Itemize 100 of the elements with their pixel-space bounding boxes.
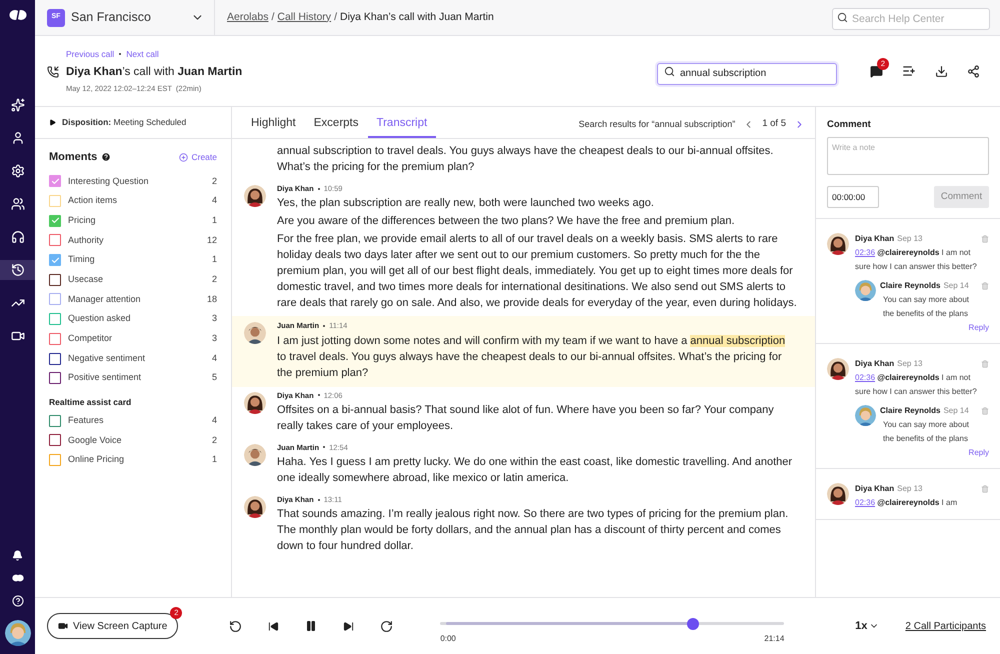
avatar [827, 483, 849, 506]
headphones-icon [10, 230, 24, 244]
moments-title: Moments [49, 150, 98, 165]
checkbox[interactable] [49, 454, 61, 466]
checkbox[interactable] [49, 313, 61, 326]
checkbox[interactable] [49, 434, 61, 446]
breadcrumb-separator: / [334, 10, 337, 25]
help-icon[interactable] [101, 152, 112, 162]
expand-icon[interactable] [49, 119, 56, 126]
history-nav-button[interactable] [0, 260, 35, 280]
comment-text: 02:36 @clairereynolds I am not sure how I can answer this better? [855, 372, 978, 398]
moment-count: 12 [206, 234, 217, 247]
help-search-field[interactable]: Search Help Center [832, 8, 990, 30]
next-call-link[interactable]: Next call [126, 48, 159, 61]
workspace-name[interactable]: San Francisco [71, 8, 191, 27]
time-field[interactable]: 00:00:00 [827, 186, 879, 208]
transcript-text: I am just jotting down some notes and will confirm with my team if we want to have a annual subscription to travel deals. You guys always have the cheapest deals to our bi-annual offsites. What’s the pricing for the premium plan? [277, 334, 786, 380]
moment-count: 5 [212, 371, 217, 384]
create-button[interactable]: Create [179, 150, 217, 164]
moment-label: Online Pricing [68, 453, 126, 466]
tab[interactable]: Excerpts [304, 111, 368, 138]
moment-count: 4 [212, 414, 217, 427]
comment-text: 02:36 @clairereynolds I am [855, 497, 958, 510]
checkbox[interactable] [49, 352, 61, 365]
reply-link[interactable]: Reply [968, 322, 989, 334]
moment-label: Pricing [68, 214, 97, 227]
checkbox[interactable] [49, 234, 61, 246]
logo-icon [8, 9, 26, 21]
team-icon [10, 197, 24, 211]
timestamp-link[interactable]: 02:36 [855, 498, 876, 508]
settings-icon [10, 164, 24, 178]
moment-count: 1 [212, 214, 217, 227]
progress-thumb[interactable] [686, 618, 699, 630]
checkbox[interactable] [49, 254, 61, 266]
avatar [827, 358, 849, 380]
comment-author: Diya Khan [855, 483, 894, 496]
checkbox[interactable] [49, 214, 61, 227]
progress-track[interactable] [440, 618, 784, 630]
breadcrumb-link[interactable]: Aerolabs [227, 10, 268, 26]
share-icon[interactable] [967, 64, 980, 78]
checkbox[interactable] [49, 293, 61, 306]
assist-title: Realtime assist card [49, 396, 132, 409]
skip-forward-icon[interactable] [343, 620, 354, 632]
note-field[interactable]: Write a note [827, 137, 989, 176]
checkbox[interactable] [49, 175, 61, 188]
check-icon [50, 216, 60, 226]
logo-icon[interactable] [12, 574, 24, 582]
breadcrumb-link[interactable]: Call History [277, 10, 332, 26]
reply-text: You can say more about the benefits of the plans [882, 294, 970, 320]
moment-label: Features [68, 414, 105, 427]
rewind-icon[interactable] [229, 620, 242, 632]
avatar [244, 185, 266, 207]
user-icon [10, 131, 24, 145]
total-time: 21:14 [764, 632, 784, 644]
transcript-search-field[interactable]: annual subscription [657, 62, 837, 84]
comment-title: Comment [827, 118, 872, 132]
add-to-list-icon[interactable] [902, 64, 916, 78]
moment-count: 2 [212, 174, 217, 188]
comment-author: Diya Khan [855, 358, 894, 370]
tab[interactable]: Highlight [242, 111, 305, 138]
skip-back-icon[interactable] [268, 620, 280, 632]
transcript-text: Yes, the plan subscription are really new, both were launched two weeks ago. [277, 196, 655, 212]
result-position: 1 of 5 [762, 117, 786, 132]
pause-icon[interactable] [305, 620, 318, 632]
checkbox[interactable] [49, 372, 61, 384]
speed-button[interactable]: 1x [855, 618, 880, 634]
timestamp-link[interactable]: 02:36 [855, 373, 876, 382]
comment-date: Sep 13 [897, 233, 922, 246]
moment-label: Timing [68, 253, 96, 266]
comment-author: Claire Reynolds [880, 280, 940, 292]
video-icon [58, 621, 68, 631]
forward-icon[interactable] [380, 620, 394, 632]
moment-count: 1 [212, 253, 217, 266]
comment-text: 02:36 @clairereynolds I am not sure how I can answer this better? [855, 247, 978, 274]
checkbox[interactable] [49, 414, 61, 427]
comment-icon[interactable] [870, 64, 883, 78]
avatar [4, 620, 30, 646]
transcript-text: Are you aware of the differences between the two plans? We have the free and premium plan. [277, 214, 736, 230]
reply-text: You can say more about the benefits of the plans [882, 419, 970, 446]
checkbox[interactable] [49, 332, 61, 345]
moment-count: 3 [212, 332, 217, 346]
comment-date: Sep 14 [943, 405, 969, 418]
transcript-text: Haha. Yes I guess I am pretty lucky. We do one within the east coast, like domestic travelling. And another one ideally somewhere abroad, like mexico or latin america. [277, 455, 794, 486]
moment-label: Google Voice [68, 434, 123, 447]
sparkles-icon [10, 98, 24, 112]
previous-call-link[interactable]: Previous call [66, 48, 114, 61]
avatar [244, 444, 266, 466]
help-icon[interactable] [12, 595, 24, 607]
moment-label: Question asked [68, 312, 132, 326]
avatar [244, 322, 266, 344]
search-icon [664, 66, 675, 76]
download-icon[interactable] [935, 64, 948, 78]
checkbox[interactable] [49, 274, 61, 286]
moment-label: Positive sentiment [68, 371, 142, 384]
bell-icon[interactable] [12, 550, 23, 561]
breadcrumb-current: Diya Khan’s call with Juan Martin [340, 10, 494, 25]
reply-link[interactable]: Reply [968, 447, 989, 460]
call-participants-link[interactable]: 2 Call Participants [905, 618, 986, 634]
timestamp-link[interactable]: 02:36 [855, 248, 876, 258]
phone-icon [47, 66, 59, 78]
